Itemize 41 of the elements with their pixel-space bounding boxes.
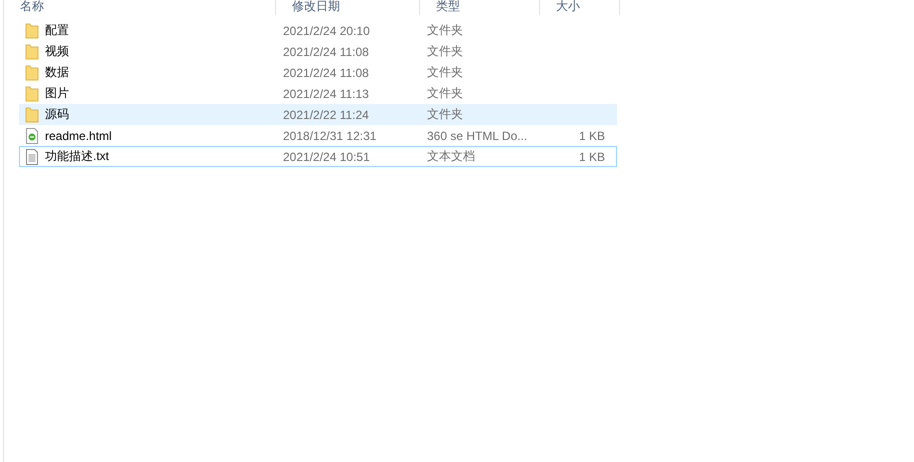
modified-date: 2018/12/31 12:31 xyxy=(282,128,378,142)
modified-date: 2021/2/24 20:10 xyxy=(282,24,371,38)
file-row[interactable]: 配置 2021/2/24 20:10 文件夹 xyxy=(19,20,617,41)
column-header[interactable]: 名称 xyxy=(4,0,276,15)
file-name: 源码 xyxy=(45,106,69,123)
file-size: 1 KB xyxy=(578,150,606,164)
file-name: 功能描述.txt xyxy=(45,148,110,165)
file-name: readme.html xyxy=(45,128,112,142)
folder-icon xyxy=(25,44,39,60)
html-file-icon xyxy=(25,128,39,144)
file-row[interactable]: 视频 2021/2/24 11:08 文件夹 xyxy=(19,41,617,62)
file-row[interactable]: 源码 2021/2/22 11:24 文件夹 xyxy=(19,104,617,125)
file-name: 数据 xyxy=(45,64,69,81)
modified-date: 2021/2/22 11:24 xyxy=(282,108,370,122)
file-type: 文件夹 xyxy=(426,64,464,81)
file-row[interactable]: 数据 2021/2/24 11:08 文件夹 xyxy=(19,62,617,83)
text-file-icon xyxy=(25,148,39,164)
file-type: 360 se HTML Do... xyxy=(426,128,528,142)
folder-icon xyxy=(25,86,39,102)
file-type: 文件夹 xyxy=(426,43,464,60)
folder-icon xyxy=(25,106,39,122)
folder-icon xyxy=(25,64,39,80)
file-size: 1 KB xyxy=(578,128,606,142)
file-type: 文件夹 xyxy=(426,85,464,102)
file-type: 文件夹 xyxy=(426,22,464,39)
file-row[interactable]: 功能描述.txt 2021/2/24 10:51 文本文档 1 KB xyxy=(19,146,617,167)
file-name: 视频 xyxy=(45,43,69,60)
file-name: 配置 xyxy=(45,22,69,39)
column-header[interactable]: 大小 xyxy=(540,0,620,15)
file-type: 文本文档 xyxy=(426,148,476,165)
column-header[interactable]: 类型 xyxy=(420,0,540,15)
file-row[interactable]: readme.html 2018/12/31 12:31 360 se HTML Do... 1 KB xyxy=(19,125,617,146)
file-type: 文件夹 xyxy=(426,106,464,123)
modified-date: 2021/2/24 10:51 xyxy=(282,150,371,164)
folder-icon xyxy=(25,22,39,38)
column-header[interactable]: 修改日期 xyxy=(276,0,420,15)
file-name: 图片 xyxy=(45,85,69,102)
modified-date: 2021/2/24 11:08 xyxy=(282,44,370,58)
file-row[interactable]: 图片 2021/2/24 11:13 文件夹 xyxy=(19,83,617,104)
modified-date: 2021/2/24 11:08 xyxy=(282,66,370,80)
modified-date: 2021/2/24 11:13 xyxy=(282,86,370,100)
